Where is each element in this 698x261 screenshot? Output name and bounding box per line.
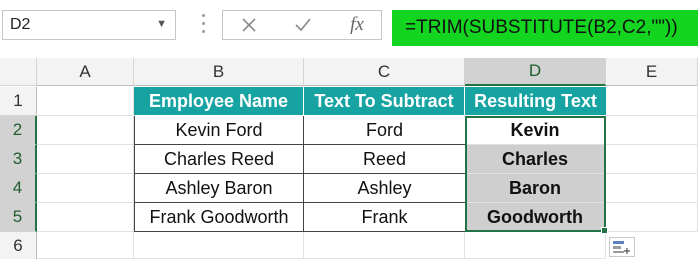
cell-e5[interactable]	[606, 203, 698, 232]
cell-c2[interactable]: Ford	[303, 116, 466, 145]
selection-range	[465, 116, 606, 232]
cell-a1[interactable]	[37, 87, 134, 116]
cell-c6[interactable]	[304, 232, 465, 259]
column-header-d[interactable]: D	[465, 58, 606, 86]
cell-c5[interactable]: Frank	[303, 203, 466, 232]
row-header-4[interactable]: 4	[0, 174, 37, 203]
column-header-c[interactable]: C	[304, 58, 465, 86]
cell-e3[interactable]	[606, 145, 698, 174]
cell-d6[interactable]	[465, 232, 606, 259]
cell-e4[interactable]	[606, 174, 698, 203]
cell-c4[interactable]: Ashley	[303, 174, 466, 203]
close-icon[interactable]	[231, 13, 267, 37]
fx-icon[interactable]: fx	[339, 13, 375, 37]
cell-b5[interactable]: Frank Goodworth	[134, 203, 304, 232]
check-icon[interactable]	[285, 13, 321, 37]
name-box[interactable]: D2 ▼	[2, 10, 176, 40]
formula-buttons: fx	[222, 10, 382, 40]
formula-text: =TRIM(SUBSTITUTE(B2,C2,""))	[405, 17, 678, 38]
row-header-1[interactable]: 1	[0, 87, 37, 116]
cell-a3[interactable]	[37, 145, 134, 174]
header-text-to-subtract[interactable]: Text To Subtract	[304, 87, 465, 116]
header-resulting-text[interactable]: Resulting Text	[465, 87, 606, 116]
cell-e1[interactable]	[606, 87, 698, 116]
cell-a4[interactable]	[37, 174, 134, 203]
splitter-dots-icon[interactable]	[200, 14, 208, 36]
cell-b4[interactable]: Ashley Baron	[134, 174, 304, 203]
name-box-value: D2	[10, 16, 31, 33]
cell-b6[interactable]	[134, 232, 304, 259]
formula-bar-area: D2 ▼ fx =TRIM(SUBSTITUTE(B2,C2,""))	[0, 0, 698, 55]
cell-c3[interactable]: Reed	[303, 145, 466, 174]
formula-input[interactable]: =TRIM(SUBSTITUTE(B2,C2,""))	[392, 10, 698, 46]
column-header-e[interactable]: E	[606, 58, 698, 86]
row-header-5[interactable]: 5	[0, 203, 37, 232]
chevron-down-icon[interactable]: ▼	[156, 18, 167, 30]
cell-e2[interactable]	[606, 116, 698, 145]
cell-b2[interactable]: Kevin Ford	[134, 116, 304, 145]
quick-analysis-icon[interactable]	[609, 237, 635, 257]
fill-handle[interactable]	[601, 227, 608, 234]
cell-a6[interactable]	[37, 232, 134, 259]
column-header-b[interactable]: B	[134, 58, 304, 86]
cell-a5[interactable]	[37, 203, 134, 232]
header-employee-name[interactable]: Employee Name	[134, 87, 304, 116]
row-header-6[interactable]: 6	[0, 232, 37, 259]
cell-b3[interactable]: Charles Reed	[134, 145, 304, 174]
row-header-3[interactable]: 3	[0, 145, 37, 174]
column-header-a[interactable]: A	[37, 58, 134, 86]
cell-a2[interactable]	[37, 116, 134, 145]
select-all-corner[interactable]	[0, 58, 37, 86]
row-header-2[interactable]: 2	[0, 116, 37, 145]
